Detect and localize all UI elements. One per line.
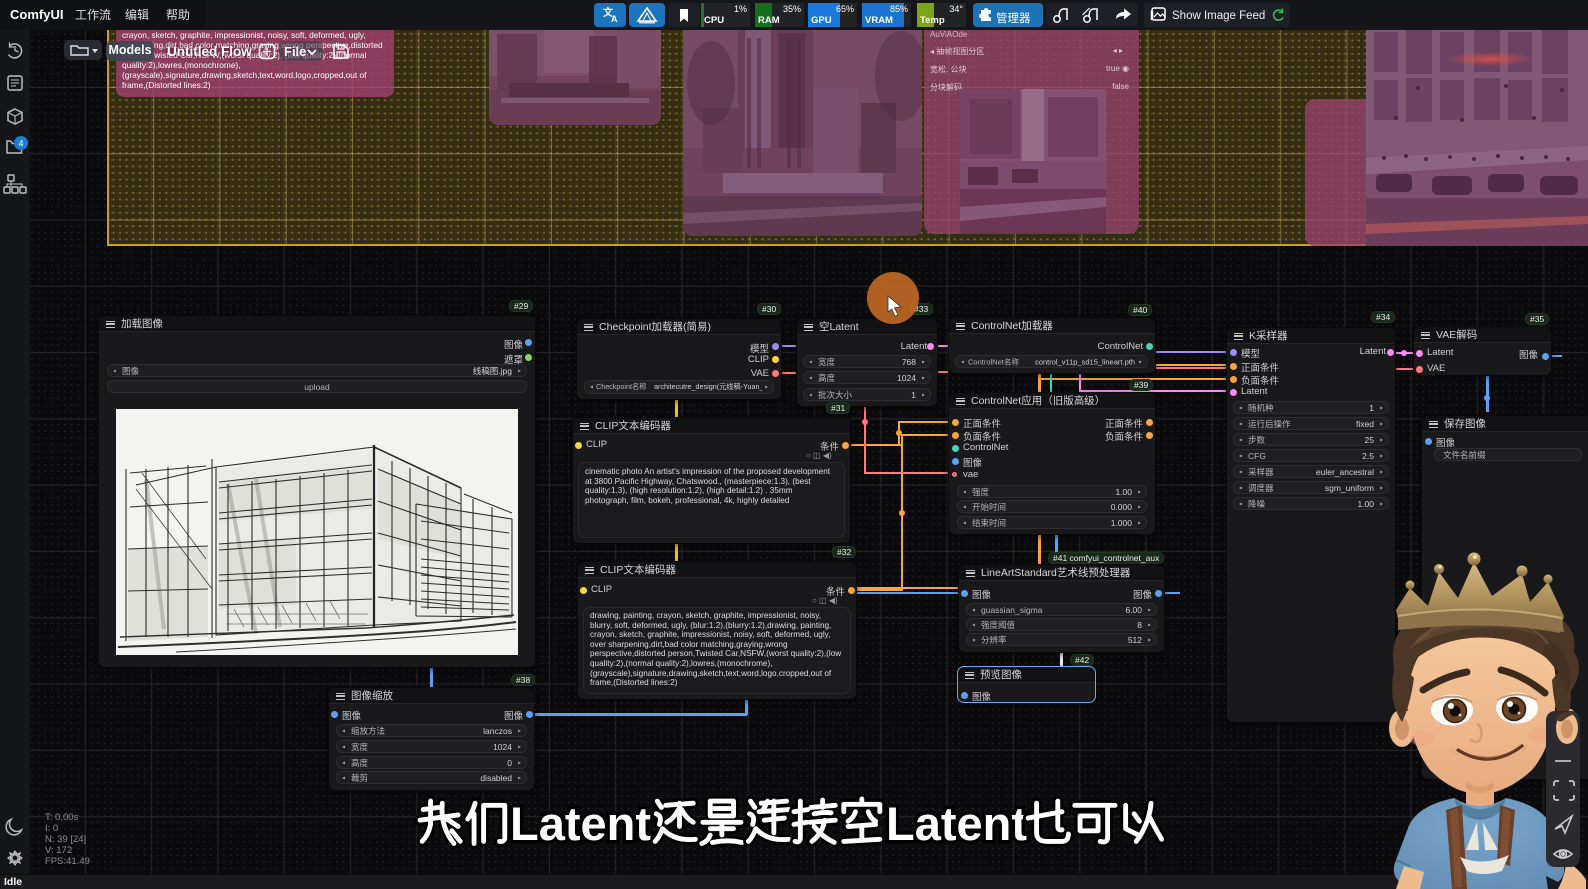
svg-text:Latent: Latent <box>510 797 651 850</box>
svg-text:Latent: Latent <box>886 797 1027 850</box>
svg-text:A: A <box>611 14 618 24</box>
svg-text:4: 4 <box>18 139 23 149</box>
